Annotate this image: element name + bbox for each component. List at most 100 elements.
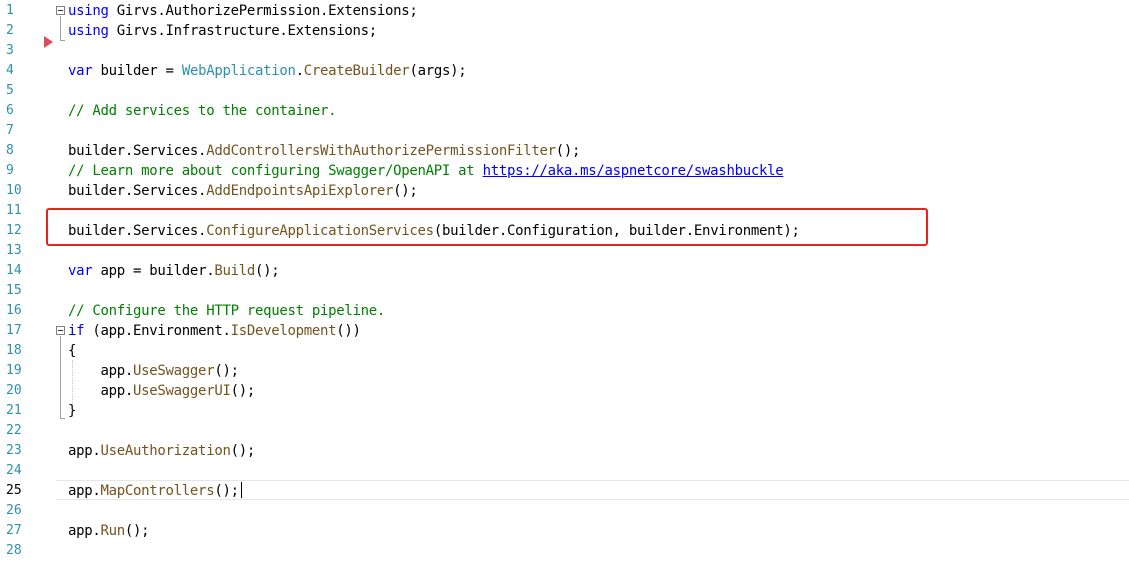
code-line[interactable]: 18 {: [0, 341, 1129, 361]
code-line[interactable]: 22: [0, 421, 1129, 441]
code-token: Girvs.AuthorizePermission.Extensions;: [108, 3, 418, 19]
line-number: 18: [6, 343, 22, 358]
code-token: builder =: [92, 63, 182, 79]
line-number: 11: [6, 203, 22, 218]
code-text[interactable]: var app = builder.Build();: [68, 261, 280, 281]
code-token: app.: [68, 523, 101, 539]
code-text[interactable]: builder.Services.ConfigureApplicationSer…: [68, 221, 800, 241]
code-token: var: [68, 263, 93, 279]
line-number: 4: [6, 63, 14, 78]
line-number: 10: [6, 183, 22, 198]
code-text[interactable]: app.MapControllers();: [68, 481, 242, 501]
code-text[interactable]: app.UseSwagger();: [68, 361, 240, 381]
line-number: 8: [6, 143, 14, 158]
code-line[interactable]: 2 using Girvs.Infrastructure.Extensions;: [0, 21, 1129, 41]
line-number: 24: [6, 463, 22, 478]
code-line[interactable]: 25 app.MapControllers();: [0, 481, 1129, 501]
code-token: ();: [214, 483, 239, 499]
code-link[interactable]: https://aka.ms/aspnetcore/swashbuckle: [483, 163, 784, 179]
code-line[interactable]: 17 if (app.Environment.IsDevelopment()): [0, 321, 1129, 341]
code-line[interactable]: 8 builder.Services.AddControllersWithAuth…: [0, 141, 1129, 161]
code-token: ()): [336, 323, 361, 339]
code-token: builder.Services.: [68, 183, 207, 199]
code-token: ConfigureApplicationServices: [206, 223, 434, 239]
code-text[interactable]: var builder = WebApplication.CreateBuild…: [68, 61, 467, 81]
code-text[interactable]: using Girvs.Infrastructure.Extensions;: [68, 21, 377, 41]
code-token: if: [68, 323, 85, 339]
code-line[interactable]: 20 app.UseSwaggerUI();: [0, 381, 1129, 401]
line-number: 17: [6, 323, 22, 338]
code-token: ();: [393, 183, 418, 199]
code-line[interactable]: 23 app.UseAuthorization();: [0, 441, 1129, 461]
code-line[interactable]: 16 // Configure the HTTP request pipeline…: [0, 301, 1129, 321]
code-line[interactable]: 11: [0, 201, 1129, 221]
code-text[interactable]: builder.Services.AddControllersWithAutho…: [68, 141, 580, 161]
code-line[interactable]: 19 app.UseSwagger();: [0, 361, 1129, 381]
code-line[interactable]: 1 using Girvs.AuthorizePermission.Extensi…: [0, 1, 1129, 21]
code-token: builder.Services.: [68, 143, 207, 159]
line-number: 22: [6, 423, 22, 438]
code-token: Girvs.Infrastructure.Extensions;: [108, 23, 377, 39]
code-line[interactable]: 26: [0, 501, 1129, 521]
code-line[interactable]: 6 // Add services to the container.: [0, 101, 1129, 121]
line-number: 12: [6, 223, 22, 238]
line-number: 13: [6, 243, 22, 258]
code-token: app = builder.: [92, 263, 215, 279]
code-text[interactable]: app.Run();: [68, 521, 150, 541]
code-text[interactable]: // Configure the HTTP request pipeline.: [68, 301, 385, 321]
line-number: 25: [6, 483, 22, 498]
code-line[interactable]: 21}: [0, 401, 1129, 421]
code-line[interactable]: 4 var builder = WebApplication.CreateBuil…: [0, 61, 1129, 81]
code-text[interactable]: }: [68, 401, 76, 421]
code-text[interactable]: app.UseSwaggerUI();: [68, 381, 256, 401]
line-number: 20: [6, 383, 22, 398]
line-number: 5: [6, 83, 14, 98]
code-line[interactable]: 9 // Learn more about configuring Swagger…: [0, 161, 1129, 181]
code-line[interactable]: 3: [0, 41, 1129, 61]
code-token: }: [68, 403, 77, 419]
code-token: using: [68, 3, 109, 19]
line-number: 16: [6, 303, 22, 318]
code-token: builder.Services.: [68, 223, 207, 239]
line-number: 19: [6, 363, 22, 378]
line-number: 26: [6, 503, 22, 518]
code-token: app.: [68, 483, 101, 499]
code-line[interactable]: 5: [0, 81, 1129, 101]
code-text[interactable]: using Girvs.AuthorizePermission.Extensio…: [68, 1, 418, 21]
code-line[interactable]: 12 builder.Services.ConfigureApplicationS…: [0, 221, 1129, 241]
code-text[interactable]: // Add services to the container.: [68, 101, 337, 121]
code-line[interactable]: 15: [0, 281, 1129, 301]
code-line[interactable]: 28: [0, 541, 1129, 561]
code-token: .: [295, 63, 304, 79]
code-text[interactable]: if (app.Environment.IsDevelopment()): [68, 321, 361, 341]
line-number: 28: [6, 543, 22, 558]
code-text[interactable]: // Learn more about configuring Swagger/…: [68, 161, 784, 181]
code-token: UseSwaggerUI: [133, 383, 231, 399]
code-token: CreateBuilder: [303, 63, 410, 79]
text-caret: [240, 482, 242, 498]
code-token: UseAuthorization: [100, 443, 231, 459]
code-editor[interactable]: 1 using Girvs.AuthorizePermission.Extensi…: [0, 0, 1129, 585]
line-number: 7: [6, 123, 14, 138]
line-number: 9: [6, 163, 14, 178]
line-number: 27: [6, 523, 22, 538]
code-text[interactable]: app.UseAuthorization();: [68, 441, 255, 461]
line-number: 3: [6, 43, 14, 58]
code-line[interactable]: 24: [0, 461, 1129, 481]
code-token: UseSwagger: [133, 363, 215, 379]
code-token: ();: [230, 443, 256, 459]
code-line[interactable]: 14 var app = builder.Build();: [0, 261, 1129, 281]
code-line[interactable]: 10 builder.Services.AddEndpointsApiExplor…: [0, 181, 1129, 201]
code-line[interactable]: 7: [0, 121, 1129, 141]
code-token: ();: [254, 263, 280, 279]
code-line[interactable]: 27 app.Run();: [0, 521, 1129, 541]
code-line[interactable]: 13: [0, 241, 1129, 261]
code-text[interactable]: {: [68, 341, 76, 361]
line-number: 1: [6, 3, 14, 18]
line-number: 6: [6, 103, 14, 118]
code-text[interactable]: builder.Services.AddEndpointsApiExplorer…: [68, 181, 418, 201]
code-token: (app.Environment.: [84, 323, 231, 339]
code-token: (builder.Configuration, builder.Environm…: [433, 223, 800, 239]
code-token: ();: [214, 363, 239, 379]
code-token: app.: [68, 363, 134, 379]
